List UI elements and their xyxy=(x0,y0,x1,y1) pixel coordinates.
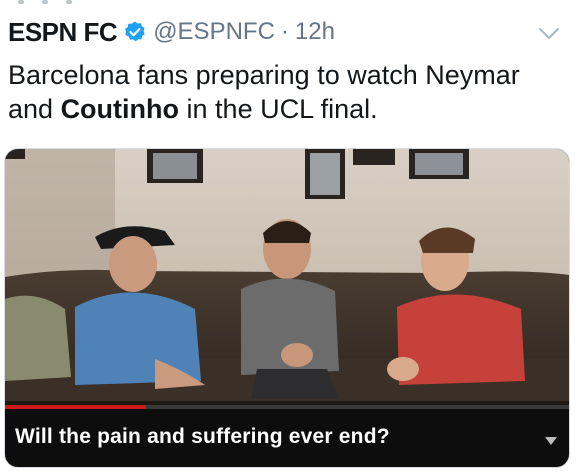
video-progress-bar[interactable] xyxy=(5,405,569,409)
caret-down-icon[interactable] xyxy=(545,437,557,445)
tweet-media-video[interactable]: Will the pain and suffering ever end? xyxy=(4,148,570,468)
video-caption-text: Will the pain and suffering ever end? xyxy=(15,425,390,448)
tweet-timestamp[interactable]: 12h xyxy=(295,18,335,46)
tweet-text: Barcelona fans preparing to watch Neymar… xyxy=(8,58,568,126)
tweet-header: ESPN FC @ESPNFC · 12h xyxy=(8,14,335,50)
verified-badge-icon xyxy=(125,21,145,42)
tweet-text-part2: in the UCL final. xyxy=(179,94,378,124)
chevron-down-icon[interactable] xyxy=(537,26,561,42)
separator-dot: · xyxy=(280,18,289,45)
previous-tweet-fragment xyxy=(0,0,577,6)
tweet-text-bold: Coutinho xyxy=(60,94,180,124)
author-handle[interactable]: @ESPNFC xyxy=(153,18,275,46)
author-name[interactable]: ESPN FC xyxy=(8,17,118,48)
video-caption-bar: Will the pain and suffering ever end? xyxy=(5,405,569,467)
video-progress-fill xyxy=(5,405,146,409)
